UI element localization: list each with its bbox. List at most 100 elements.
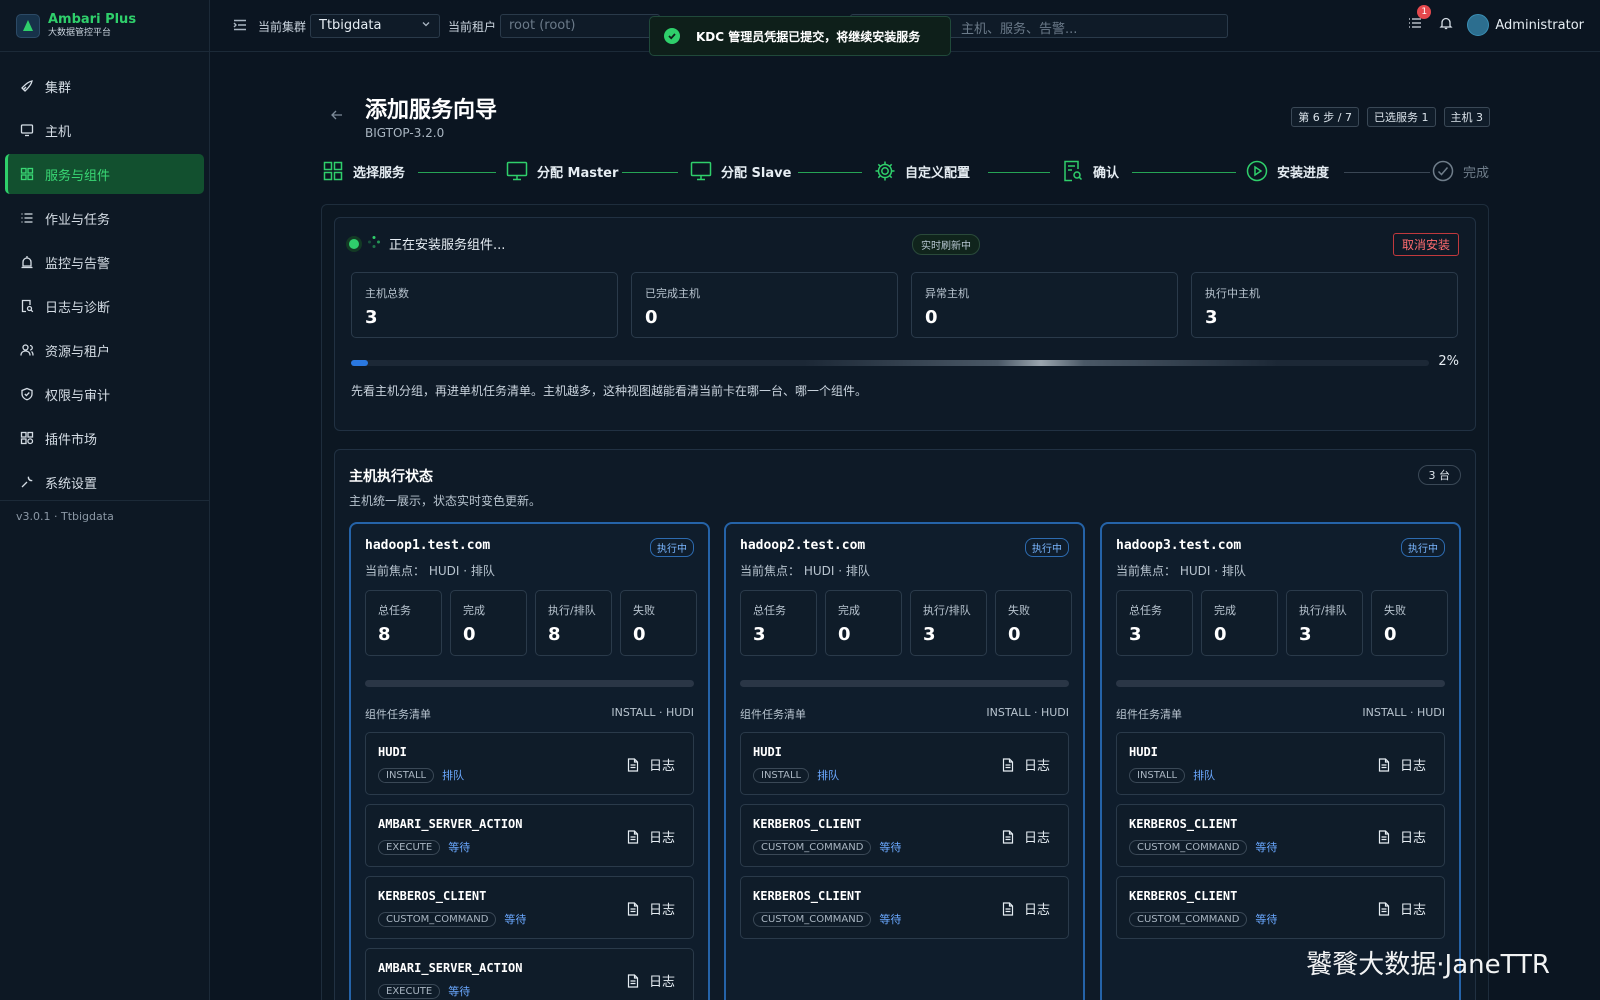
log-button[interactable]: 日志	[627, 899, 675, 918]
host-card[interactable]: hadoop1.test.com 执行中 当前焦点： HUDI · 排队 总任务 8…	[349, 522, 710, 1000]
host-stat-value: 0	[838, 624, 851, 645]
task-component: KERBEROS_CLIENT	[753, 889, 862, 903]
log-button[interactable]: 日志	[1378, 827, 1426, 846]
log-button-label: 日志	[648, 831, 675, 846]
divider	[0, 500, 210, 501]
menu-toggle-icon[interactable]	[232, 17, 248, 37]
log-button-label: 日志	[1023, 903, 1050, 918]
task-state: 等待	[448, 985, 471, 998]
host-stat-value: 3	[753, 624, 766, 645]
sidebar-item-cluster[interactable]: 集群	[5, 66, 204, 106]
sidebar-item-logs[interactable]: 日志与诊断	[5, 286, 204, 326]
sidebar-item-monitoring[interactable]: 监控与告警	[5, 242, 204, 282]
selected-services-chip: 已选服务 1	[1367, 107, 1436, 127]
step-finish[interactable]: 完成	[1432, 160, 1489, 182]
task-list-icon[interactable]: 1	[1407, 5, 1432, 35]
sidebar-item-plugins[interactable]: 插件市场	[5, 418, 204, 458]
task-component: KERBEROS_CLIENT	[1129, 889, 1238, 903]
spinner-icon	[367, 235, 381, 253]
task-list-current: INSTALL · HUDI	[986, 706, 1069, 719]
step-install-progress[interactable]: 安装进度	[1246, 160, 1329, 182]
host-stat-value: 0	[463, 624, 476, 645]
monitor-icon	[690, 160, 712, 182]
file-icon	[627, 901, 639, 916]
task-command: CUSTOM_COMMAND	[1129, 911, 1248, 927]
monitor-icon	[506, 160, 528, 182]
log-button[interactable]: 日志	[1002, 899, 1050, 918]
log-button[interactable]: 日志	[627, 827, 675, 846]
progress-hint: 先看主机分组，再进单机任务清单。主机越多，这种视图越能看清当前卡在哪一台、哪一个…	[351, 384, 868, 398]
log-button[interactable]: 日志	[627, 971, 675, 990]
host-card[interactable]: hadoop2.test.com 执行中 当前焦点： HUDI · 排队 总任务 3…	[724, 522, 1085, 1000]
step-assign-master[interactable]: 分配 Master	[506, 160, 618, 182]
step-custom-config[interactable]: 自定义配置	[874, 160, 970, 182]
log-button-label: 日志	[1399, 831, 1426, 846]
stat-total-hosts: 主机总数 3	[351, 272, 618, 338]
sidebar-item-permissions[interactable]: 权限与审计	[5, 374, 204, 414]
user-name[interactable]: Administrator	[1495, 18, 1584, 33]
install-progress-percent: 2%	[1438, 354, 1459, 369]
host-stat: 执行/排队 3	[1286, 590, 1363, 656]
sidebar-item-resources[interactable]: 资源与租户	[5, 330, 204, 370]
step-assign-slave[interactable]: 分配 Slave	[690, 160, 791, 182]
hosts-subtitle: 主机统一展示，状态实时变色更新。	[349, 494, 542, 508]
live-refresh-badge: 实时刷新中	[912, 234, 980, 255]
host-stat-label: 总任务	[378, 604, 411, 617]
step-label: 自定义配置	[905, 165, 971, 181]
log-button[interactable]: 日志	[1378, 899, 1426, 918]
tenant-label: 当前租户	[448, 20, 497, 34]
task-list-header: 组件任务清单 INSTALL · HUDI	[1116, 706, 1445, 722]
stat-value: 0	[645, 307, 658, 328]
brand[interactable]: Ambari Plus 大数据管控平台	[0, 0, 209, 52]
puzzle-icon	[19, 430, 35, 446]
sidebar-item-label: 主机	[45, 124, 72, 140]
log-button[interactable]: 日志	[1002, 827, 1050, 846]
sidebar-item-services[interactable]: 服务与组件	[5, 154, 204, 194]
log-button-label: 日志	[648, 759, 675, 774]
log-button[interactable]: 日志	[627, 755, 675, 774]
sidebar-item-hosts[interactable]: 主机	[5, 110, 204, 150]
step-connector	[622, 172, 678, 173]
task-meta: CUSTOM_COMMAND 等待	[753, 911, 901, 927]
file-icon	[627, 757, 639, 772]
back-arrow-icon[interactable]	[330, 108, 344, 126]
task-item: KERBEROS_CLIENT CUSTOM_COMMAND 等待 日志	[1116, 876, 1445, 939]
host-name: hadoop3.test.com	[1116, 538, 1242, 553]
sidebar-item-label: 资源与租户	[45, 344, 111, 360]
sidebar-item-label: 日志与诊断	[45, 300, 111, 316]
sidebar-item-label: 服务与组件	[45, 168, 111, 184]
sidebar-item-settings[interactable]: 系统设置	[5, 462, 204, 502]
task-component: HUDI	[1129, 745, 1158, 759]
step-confirm[interactable]: 确认	[1062, 160, 1119, 182]
host-card[interactable]: hadoop3.test.com 执行中 当前焦点： HUDI · 排队 总任务 3…	[1100, 522, 1461, 1000]
host-focus: 当前焦点： HUDI · 排队	[740, 564, 870, 578]
chevron-down-icon	[421, 18, 431, 33]
host-stat: 失败 0	[620, 590, 697, 656]
step-select-services[interactable]: 选择服务	[322, 160, 405, 182]
stat-label: 主机总数	[365, 287, 409, 300]
task-component: AMBARI_SERVER_ACTION	[378, 817, 523, 831]
host-status-badge: 执行中	[650, 538, 694, 557]
task-item: HUDI INSTALL 排队 日志	[1116, 732, 1445, 795]
log-button[interactable]: 日志	[1378, 755, 1426, 774]
alarm-icon	[19, 254, 35, 270]
install-progress-bar	[351, 360, 1429, 366]
cancel-install-button[interactable]: 取消安装	[1392, 233, 1459, 256]
log-button[interactable]: 日志	[1002, 755, 1050, 774]
host-stat-label: 失败	[1008, 604, 1030, 617]
host-stat-value: 0	[633, 624, 646, 645]
bell-icon[interactable]	[1439, 16, 1453, 34]
file-icon	[1002, 757, 1014, 772]
tenant-field[interactable]: root (root)	[500, 14, 660, 38]
host-status-badge: 执行中	[1401, 538, 1445, 557]
file-search-icon	[19, 298, 35, 314]
host-stat: 完成 0	[1201, 590, 1278, 656]
avatar[interactable]	[1467, 14, 1490, 36]
sidebar-item-label: 权限与审计	[45, 388, 111, 404]
grid-icon	[322, 160, 344, 182]
host-stat-label: 完成	[1214, 604, 1236, 617]
file-icon	[1378, 757, 1390, 772]
cluster-select[interactable]: Ttbigdata	[310, 14, 440, 38]
file-search-icon	[1062, 160, 1084, 182]
sidebar-item-jobs[interactable]: 作业与任务	[5, 198, 204, 238]
